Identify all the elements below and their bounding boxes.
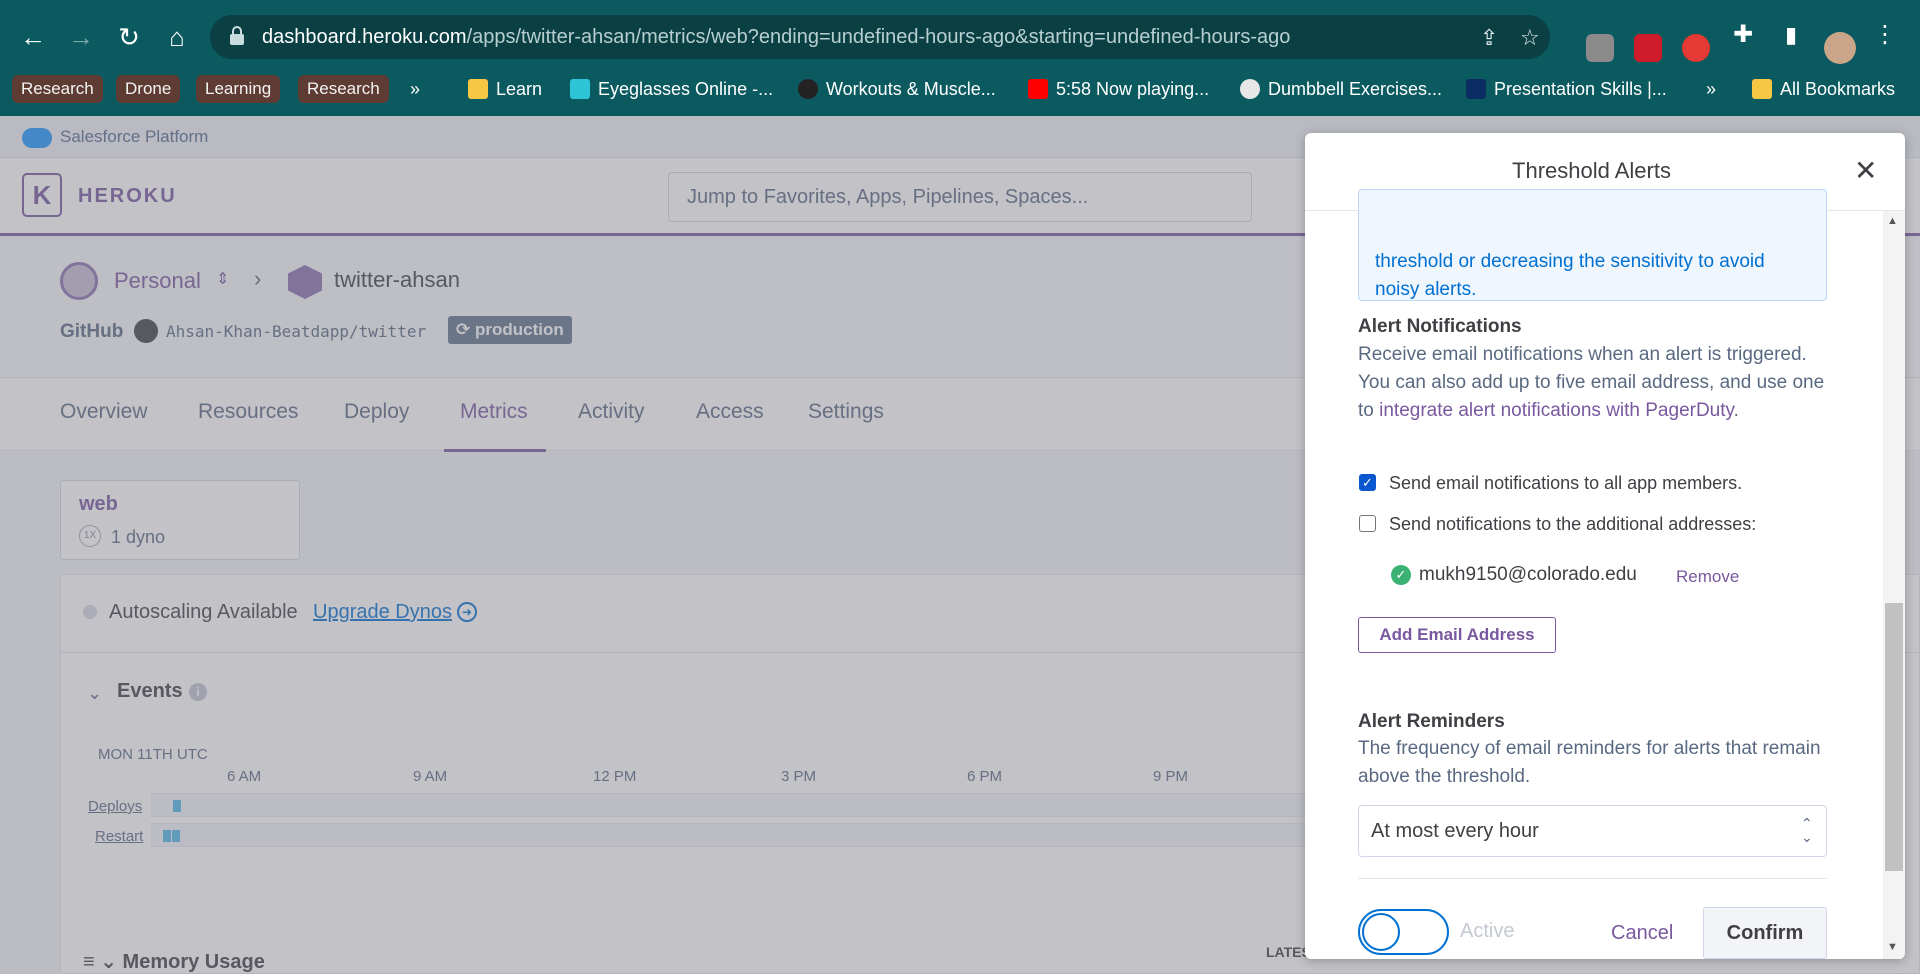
bookmark-item[interactable]: Dumbbell Exercises... (1240, 75, 1442, 103)
confirm-button[interactable]: Confirm (1703, 907, 1827, 959)
toggle-knob (1362, 913, 1400, 951)
bookmark-folder[interactable]: Research (12, 75, 103, 103)
more-menu-icon[interactable]: ⋮ (1868, 18, 1902, 52)
add-email-button[interactable]: Add Email Address (1358, 617, 1556, 653)
scroll-down-icon[interactable]: ▼ (1887, 941, 1898, 953)
updown-chevron-icon: ⌃ ⌄ (1801, 815, 1813, 845)
bookmark-label: Eyeglasses Online -... (598, 79, 774, 99)
bookmark-label: 5:58 Now playing... (1056, 79, 1210, 99)
url-path: /apps/twitter-ahsan/metrics/web?ending=u… (466, 26, 1291, 48)
browser-toolbar: ← → ↻ ⌂ dashboard.heroku.com/apps/twitte… (0, 0, 1920, 116)
active-toggle[interactable] (1358, 909, 1449, 955)
video-extension-icon[interactable] (1634, 34, 1662, 62)
bookmark-folder[interactable]: Research (298, 75, 389, 103)
close-icon[interactable]: ✕ (1854, 157, 1877, 185)
site-icon (570, 79, 590, 99)
reminders-title: Alert Reminders (1358, 711, 1505, 732)
site-icon (798, 79, 818, 99)
bookmark-label: Presentation Skills |... (1494, 79, 1667, 99)
site-icon (1466, 79, 1486, 99)
active-toggle-label: Active (1460, 920, 1515, 942)
bookmark-label: Workouts & Muscle... (826, 79, 996, 99)
lock-icon (230, 26, 244, 45)
bookmark-item[interactable]: Presentation Skills |... (1466, 75, 1667, 103)
stop-extension-icon[interactable] (1682, 34, 1710, 62)
additional-addresses-checkbox[interactable] (1359, 515, 1376, 532)
url-text: dashboard.heroku.com/apps/twitter-ahsan/… (262, 26, 1290, 49)
profile-avatar[interactable] (1824, 32, 1856, 64)
divider (1358, 878, 1827, 879)
notifications-title: Alert Notifications (1358, 316, 1522, 337)
email-address: mukh9150@colorado.edu (1419, 564, 1637, 585)
threshold-alerts-modal: Threshold Alerts ✕ threshold or decreasi… (1305, 133, 1905, 959)
bookmark-item[interactable]: 5:58 Now playing... (1028, 75, 1209, 103)
bookmarks-overflow-icon[interactable]: » (410, 75, 420, 103)
info-text: threshold or decreasing the sensitivity … (1375, 251, 1765, 300)
back-icon[interactable]: ← (16, 20, 50, 54)
bookmark-label: All Bookmarks (1780, 79, 1896, 99)
scrollbar-thumb[interactable] (1885, 603, 1903, 871)
bookmarks-bar: Research Drone Learning Research » Learn… (0, 70, 1920, 108)
reminder-selected-value: At most every hour (1371, 820, 1539, 842)
bookmark-item[interactable]: Learn (468, 75, 542, 103)
bookmark-label: Dumbbell Exercises... (1268, 79, 1443, 99)
address-bar[interactable]: dashboard.heroku.com/apps/twitter-ahsan/… (210, 15, 1550, 59)
bookmark-folder[interactable]: Drone (116, 75, 181, 103)
sidepanel-icon[interactable]: ▮ (1774, 18, 1808, 52)
reminders-description: The frequency of email reminders for ale… (1358, 738, 1821, 787)
folder-icon (1752, 79, 1772, 99)
notifications-description: Receive email notifications when an aler… (1358, 341, 1838, 425)
folder-icon (468, 79, 488, 99)
all-members-checkbox[interactable]: ✓ (1359, 474, 1376, 491)
url-host: dashboard.heroku.com (262, 26, 467, 48)
youtube-icon (1028, 79, 1048, 99)
share-icon[interactable]: ⇪ (1480, 25, 1498, 51)
reload-icon[interactable]: ↻ (112, 20, 146, 54)
star-icon[interactable]: ☆ (1520, 25, 1540, 51)
additional-addresses-label: Send notifications to the additional add… (1389, 514, 1757, 534)
home-icon[interactable]: ⌂ (160, 20, 194, 54)
bookmarks-overflow-icon[interactable]: » (1706, 75, 1716, 103)
bookmark-label: Learn (496, 79, 543, 99)
globe-icon (1240, 79, 1260, 99)
reminder-frequency-select[interactable]: At most every hour ⌃ ⌄ (1358, 805, 1827, 857)
bookmark-item[interactable]: Workouts & Muscle... (798, 75, 996, 103)
all-bookmarks[interactable]: All Bookmarks (1752, 75, 1895, 103)
sensitivity-info-box: threshold or decreasing the sensitivity … (1358, 189, 1827, 301)
notifications-period: . (1733, 400, 1739, 421)
forward-icon[interactable]: → (64, 20, 98, 54)
extension-icon[interactable] (1586, 34, 1614, 62)
scroll-up-icon[interactable]: ▲ (1887, 215, 1898, 227)
cancel-button[interactable]: Cancel (1611, 922, 1673, 945)
bookmark-folder[interactable]: Learning (196, 75, 281, 103)
remove-email-link[interactable]: Remove (1676, 567, 1739, 587)
bookmark-item[interactable]: Eyeglasses Online -... (570, 75, 773, 103)
all-members-label: Send email notifications to all app memb… (1389, 473, 1743, 493)
pagerduty-link[interactable]: integrate alert notifications with Pager… (1379, 400, 1734, 421)
navigation-row: ← → ↻ ⌂ dashboard.heroku.com/apps/twitte… (0, 12, 1920, 64)
verified-check-icon: ✓ (1391, 565, 1411, 585)
puzzle-icon[interactable]: ✚ (1726, 18, 1760, 52)
modal-title: Threshold Alerts (1512, 158, 1671, 183)
